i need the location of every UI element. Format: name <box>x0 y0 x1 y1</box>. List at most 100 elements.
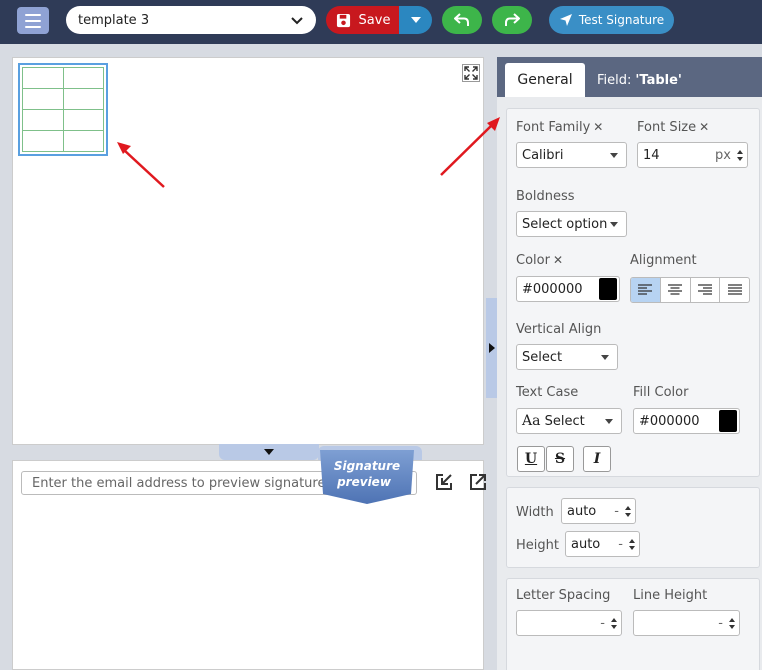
align-center-button[interactable] <box>661 278 691 302</box>
stepper-arrows-icon[interactable] <box>611 617 617 629</box>
signature-preview-badge[interactable]: Signature preview <box>316 448 418 506</box>
font-size-unit: px <box>715 147 731 163</box>
table-cell[interactable] <box>22 109 64 131</box>
font-size-value: 14 <box>643 147 660 163</box>
font-size-label: Font Size ✕ <box>637 120 709 135</box>
panel-tabs: General Field: 'Table' <box>497 57 762 97</box>
properties-panel: General Field: 'Table' Font Family ✕ Cali… <box>497 57 762 670</box>
size-settings-card: Width auto - Height auto - <box>506 487 760 568</box>
fullscreen-icon[interactable] <box>462 64 480 82</box>
line-height-label: Line Height <box>633 588 708 603</box>
undo-button[interactable] <box>442 6 482 34</box>
hamburger-menu-icon[interactable] <box>17 7 49 34</box>
stepper-arrows-icon[interactable] <box>629 538 635 550</box>
save-button-label: Save <box>358 12 391 28</box>
color-label: Color ✕ <box>516 253 563 268</box>
line-height-stepper[interactable]: - <box>633 610 740 636</box>
table-cell[interactable] <box>62 130 104 152</box>
fill-color-value: #000000 <box>639 413 700 429</box>
height-unit: - <box>618 536 623 552</box>
caret-down-icon <box>610 152 618 158</box>
tab-field[interactable]: Field: 'Table' <box>597 63 682 97</box>
align-right-button[interactable] <box>691 278 721 302</box>
align-justify-icon <box>727 284 742 295</box>
fill-color-label: Fill Color <box>633 385 689 400</box>
style-settings-card: Font Family ✕ Calibri Font Size ✕ 14 px Bo… <box>506 108 760 477</box>
caret-down-icon <box>410 17 421 23</box>
table-cell[interactable] <box>62 67 104 89</box>
align-center-icon <box>668 284 683 295</box>
table-element[interactable] <box>18 63 108 156</box>
height-stepper[interactable]: auto - <box>565 531 640 557</box>
panel-collapse-handle[interactable] <box>486 298 497 398</box>
align-justify-button[interactable] <box>720 278 749 302</box>
save-button[interactable]: Save <box>326 6 400 34</box>
tab-general[interactable]: General <box>505 63 585 97</box>
reset-color-icon[interactable]: ✕ <box>553 253 563 267</box>
open-external-icon[interactable] <box>468 472 488 492</box>
align-left-button[interactable] <box>631 278 661 302</box>
boldness-value: Select option <box>522 216 608 232</box>
reset-font-family-icon[interactable]: ✕ <box>593 120 603 134</box>
badge-line-1: Signature <box>334 459 400 473</box>
tab-field-prefix: Field: <box>597 72 632 88</box>
stepper-arrows-icon[interactable] <box>729 617 735 629</box>
caret-down-icon <box>264 449 274 455</box>
caret-down-icon <box>601 354 609 360</box>
redo-icon <box>505 13 520 26</box>
letter-spacing-stepper[interactable]: - <box>516 610 622 636</box>
letter-spacing-label: Letter Spacing <box>516 588 611 603</box>
strikethrough-button[interactable]: S <box>546 446 574 472</box>
width-stepper[interactable]: auto - <box>561 498 636 524</box>
italic-button[interactable]: I <box>583 446 611 472</box>
stepper-arrows-icon[interactable] <box>737 149 743 161</box>
caret-right-icon <box>488 343 495 353</box>
fill-color-swatch[interactable] <box>719 410 737 432</box>
vertical-align-label: Vertical Align <box>516 322 602 337</box>
text-case-select[interactable]: Aa Select <box>516 408 622 434</box>
table-row <box>22 130 104 152</box>
text-case-display: Aa Select <box>522 413 585 429</box>
font-family-select[interactable]: Calibri <box>516 142 627 168</box>
table-grid <box>22 67 104 152</box>
chevron-down-icon <box>291 17 303 25</box>
signature-canvas[interactable] <box>12 57 484 445</box>
save-options-dropdown[interactable] <box>399 6 432 34</box>
collapse-preview-icon[interactable] <box>434 472 454 492</box>
template-select-value: template 3 <box>78 12 150 28</box>
send-icon <box>559 14 572 26</box>
table-cell[interactable] <box>22 88 64 110</box>
tab-field-name: 'Table' <box>635 72 682 88</box>
test-signature-button[interactable]: Test Signature <box>549 6 674 34</box>
color-label-text: Color <box>516 253 550 268</box>
alignment-button-group <box>630 277 750 303</box>
vertical-align-value: Select <box>522 349 563 365</box>
table-cell[interactable] <box>62 88 104 110</box>
underline-button[interactable]: U <box>517 446 545 472</box>
reset-font-size-icon[interactable]: ✕ <box>699 120 709 134</box>
table-row <box>22 88 104 110</box>
table-cell[interactable] <box>62 109 104 131</box>
color-swatch[interactable] <box>599 278 617 300</box>
text-case-value: Select <box>544 414 585 429</box>
text-case-label: Text Case <box>516 385 579 400</box>
align-right-icon <box>697 284 712 295</box>
vertical-align-select[interactable]: Select <box>516 344 618 370</box>
table-cell[interactable] <box>22 130 64 152</box>
width-label: Width <box>516 505 554 520</box>
font-family-value: Calibri <box>522 147 564 163</box>
table-row <box>22 67 104 89</box>
height-label: Height <box>516 538 559 553</box>
boldness-select[interactable]: Select option <box>516 211 627 237</box>
font-family-label: Font Family ✕ <box>516 120 603 135</box>
caret-down-icon <box>605 418 613 424</box>
font-size-stepper[interactable]: 14 px <box>637 142 748 168</box>
table-cell[interactable] <box>22 67 64 89</box>
preview-toggle-handle[interactable] <box>219 444 319 460</box>
stepper-arrows-icon[interactable] <box>625 505 631 517</box>
height-value: auto <box>571 536 601 552</box>
template-select[interactable]: template 3 <box>66 6 316 34</box>
text-case-icon: Aa <box>522 413 541 429</box>
badge-line-2: preview <box>336 475 392 489</box>
redo-button[interactable] <box>492 6 532 34</box>
